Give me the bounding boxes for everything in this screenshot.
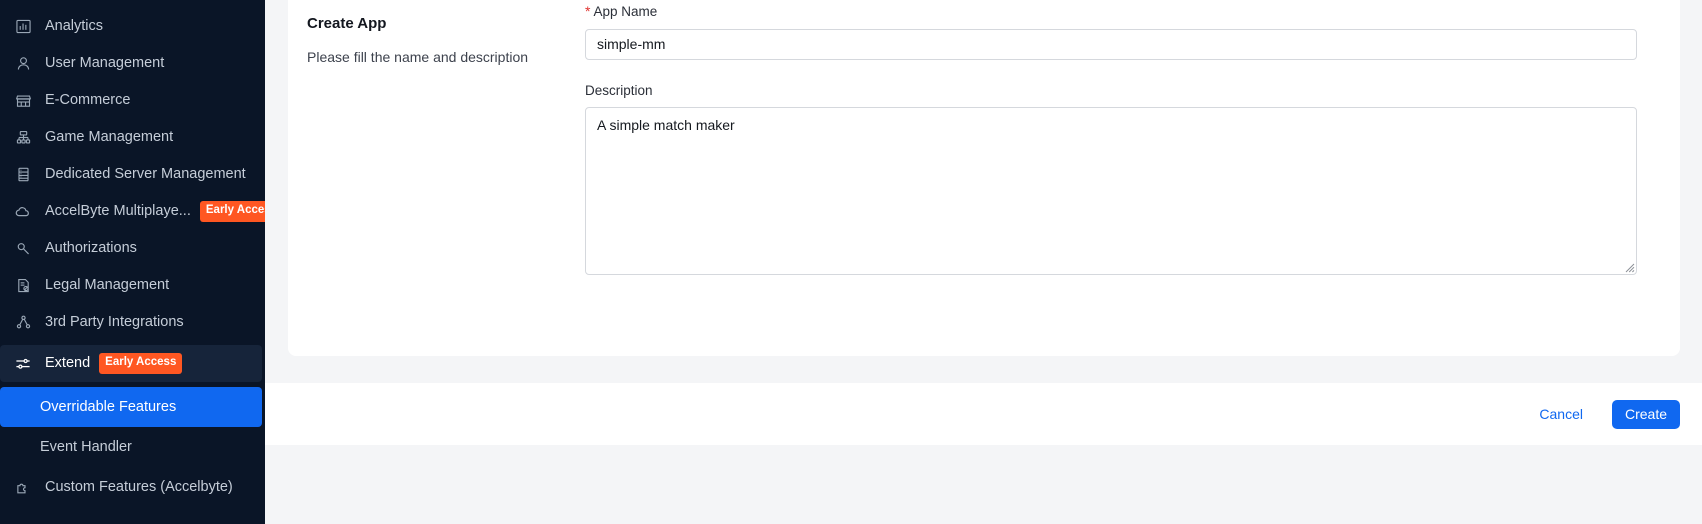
description-textarea[interactable]: [585, 107, 1637, 275]
document-check-icon: [13, 276, 33, 296]
form-description-column: Create App Please fill the name and desc…: [307, 16, 577, 66]
sidebar-item-label: Dedicated Server Management: [45, 166, 246, 183]
page-background-fill: [265, 445, 1702, 524]
create-app-card: Create App Please fill the name and desc…: [288, 0, 1680, 356]
user-icon: [13, 54, 33, 74]
sidebar-item-extend[interactable]: Extend Early Access: [0, 345, 262, 382]
sidebar-item-e-commerce[interactable]: E-Commerce: [0, 82, 265, 119]
sidebar-item-accelbyte-multiplayer[interactable]: AccelByte Multiplaye... Early Access: [0, 193, 265, 230]
app-name-label: * App Name: [585, 4, 1637, 19]
description-field-group: Description: [585, 82, 1637, 275]
app-name-field-group: * App Name: [585, 4, 1637, 60]
sidebar-item-custom-features[interactable]: Custom Features (Accelbyte): [0, 469, 265, 506]
sidebar-item-game-management[interactable]: Game Management: [0, 119, 265, 156]
app-root: Analytics User Management E-Commerce Gam…: [0, 0, 1702, 524]
sidebar-item-authorizations[interactable]: Authorizations: [0, 230, 265, 267]
app-name-label-text: App Name: [593, 4, 658, 19]
cloud-icon: [13, 202, 33, 222]
store-icon: [13, 91, 33, 111]
share-nodes-icon: [13, 313, 33, 333]
sidebar-item-label: Extend: [45, 355, 91, 372]
sidebar-item-label: Game Management: [45, 129, 174, 146]
sidebar-item-label: Analytics: [45, 18, 104, 35]
app-name-input[interactable]: [585, 28, 1637, 60]
sidebar-item-label: E-Commerce: [45, 92, 131, 109]
sidebar-item-label: 3rd Party Integrations: [45, 314, 184, 331]
sidebar-item-analytics[interactable]: Analytics: [0, 8, 265, 45]
form-subtitle: Please fill the name and description: [307, 49, 529, 65]
server-icon: [13, 165, 33, 185]
early-access-badge: Early Access: [199, 201, 265, 222]
early-access-badge: Early Access: [99, 353, 183, 374]
sidebar-subitem-event-handler[interactable]: Event Handler: [0, 427, 262, 467]
sidebar-item-3rd-party-integrations[interactable]: 3rd Party Integrations: [0, 304, 265, 341]
sliders-icon: [13, 354, 33, 374]
main-content: Create App Please fill the name and desc…: [265, 0, 1702, 524]
sidebar-subitem-label: Overridable Features: [40, 399, 177, 415]
sidebar-subitem-label: Event Handler: [40, 439, 132, 455]
required-marker: *: [585, 3, 591, 19]
sitemap-icon: [13, 128, 33, 148]
sidebar-item-label: Custom Features (Accelbyte): [45, 479, 233, 496]
description-label: Description: [585, 82, 653, 98]
action-footer: Cancel Create: [265, 383, 1702, 445]
sidebar-item-legal-management[interactable]: Legal Management: [0, 267, 265, 304]
puzzle-icon: [13, 478, 33, 498]
sidebar: Analytics User Management E-Commerce Gam…: [0, 0, 265, 524]
cancel-button[interactable]: Cancel: [1529, 398, 1593, 430]
sidebar-subitem-overridable-features[interactable]: Overridable Features: [0, 387, 262, 427]
create-button[interactable]: Create: [1612, 399, 1680, 429]
sidebar-item-user-management[interactable]: User Management: [0, 45, 265, 82]
form-fields-column: *App Name Description: [585, 4, 1637, 275]
sidebar-item-label: Legal Management: [45, 277, 170, 294]
sidebar-item-label: Authorizations: [45, 240, 137, 257]
page-title: Create App: [307, 15, 387, 32]
card-footer-gap: [265, 356, 1702, 383]
key-icon: [13, 239, 33, 259]
sidebar-item-label: User Management: [45, 55, 165, 72]
sidebar-item-label: AccelByte Multiplaye...: [45, 203, 191, 220]
sidebar-item-dedicated-server-management[interactable]: Dedicated Server Management: [0, 156, 265, 193]
bar-chart-icon: [13, 17, 33, 37]
